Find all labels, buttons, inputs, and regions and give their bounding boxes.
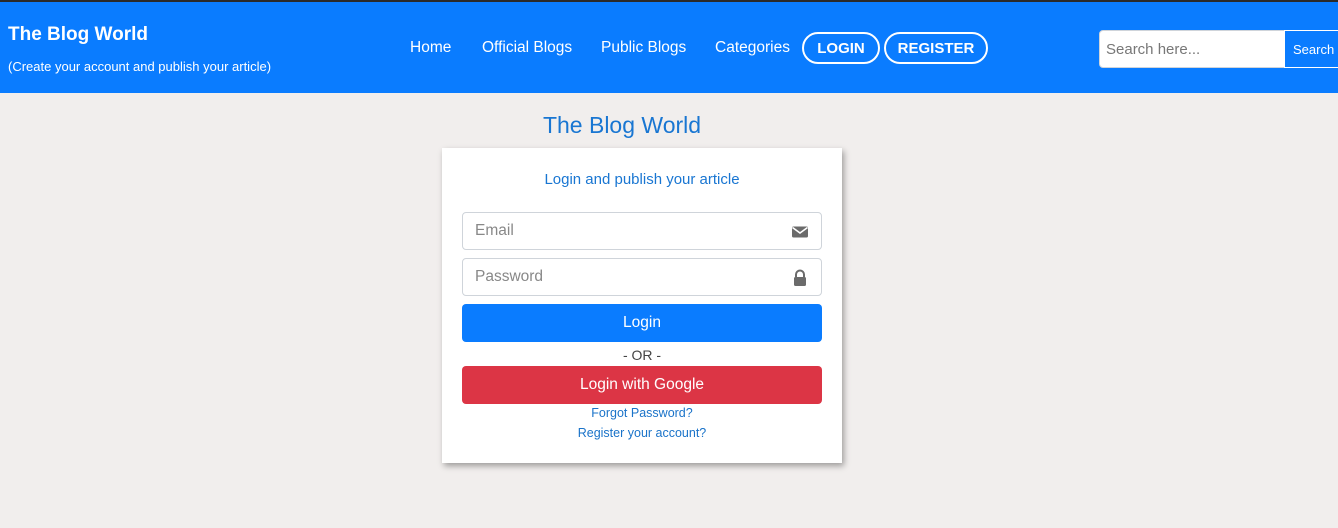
register-account-link[interactable]: Register your account? bbox=[442, 426, 842, 440]
brand-title[interactable]: The Blog World bbox=[8, 24, 148, 46]
navbar: The Blog World (Create your account and … bbox=[0, 2, 1338, 93]
or-divider: - OR - bbox=[622, 347, 662, 363]
card-subtitle: Login and publish your article bbox=[544, 171, 740, 188]
envelope-icon bbox=[792, 226, 808, 238]
nav-official-blogs[interactable]: Official Blogs bbox=[482, 39, 572, 57]
login-button[interactable]: Login bbox=[462, 304, 822, 342]
google-login-button[interactable]: Login with Google bbox=[462, 366, 822, 404]
nav-public-blogs[interactable]: Public Blogs bbox=[601, 39, 686, 57]
page-title: The Blog World bbox=[542, 112, 702, 138]
nav-register-button[interactable]: REGISTER bbox=[884, 32, 988, 64]
nav-login-button[interactable]: LOGIN bbox=[802, 32, 880, 64]
search-input[interactable] bbox=[1099, 30, 1285, 68]
brand-subtitle: (Create your account and publish your ar… bbox=[8, 59, 272, 74]
forgot-password-link[interactable]: Forgot Password? bbox=[442, 406, 842, 420]
search-button[interactable]: Search bbox=[1284, 30, 1338, 68]
nav-home[interactable]: Home bbox=[410, 39, 451, 57]
password-input[interactable] bbox=[463, 259, 783, 295]
lock-icon bbox=[794, 269, 806, 286]
email-field bbox=[462, 212, 822, 250]
password-field bbox=[462, 258, 822, 296]
email-input[interactable] bbox=[463, 213, 783, 249]
login-card: Login and publish your article Login - O… bbox=[442, 148, 842, 463]
nav-categories[interactable]: Categories bbox=[715, 39, 790, 57]
